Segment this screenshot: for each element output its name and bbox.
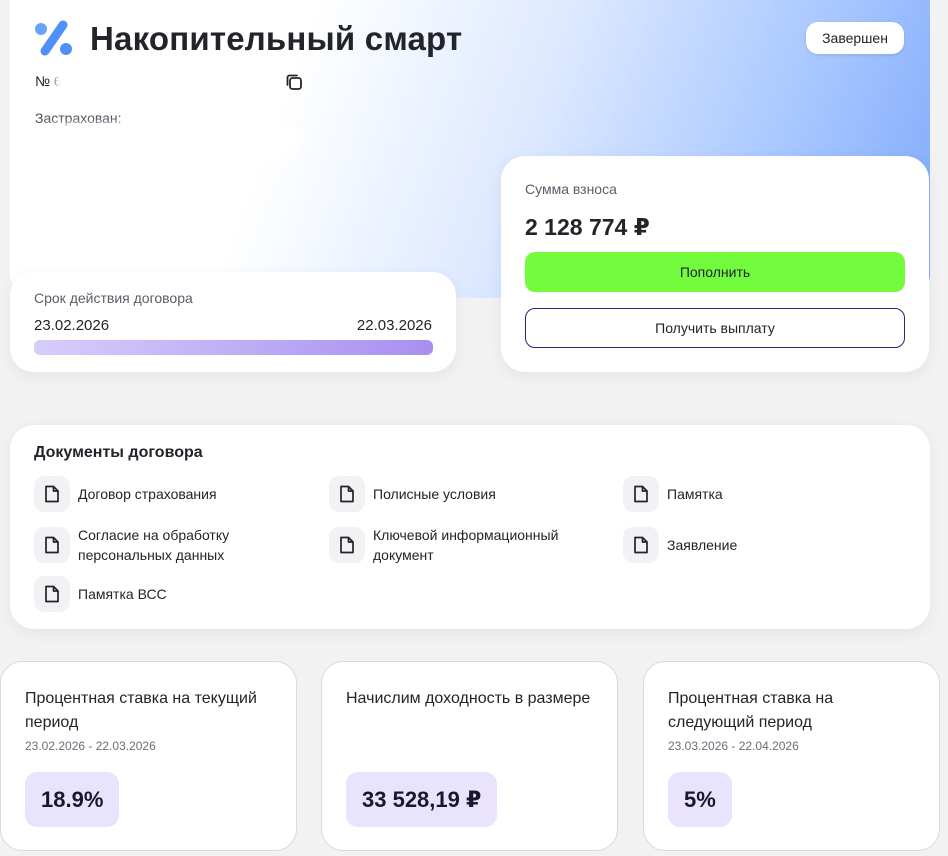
term-start-date: 23.02.2026 — [34, 317, 110, 334]
document-icon — [623, 527, 659, 563]
doc-policy-terms[interactable]: Полисные условия — [329, 476, 496, 512]
doc-label: Согласие на обработку персональных данны… — [78, 527, 230, 563]
rate-period: 23.03.2026 - 22.04.2026 — [668, 739, 799, 753]
rate-value: 18.9% — [25, 772, 120, 827]
documents-title: Документы договора — [34, 444, 203, 461]
document-icon — [34, 576, 70, 612]
rate-title: Процентная ставка на следующий период — [668, 690, 834, 731]
payment-card: Сумма взноса 2 128 774 ₽ Пополнить Получ… — [501, 156, 929, 372]
rate-value: 5% — [668, 772, 732, 827]
accrued-yield-card: Начислим доходность в размере 33 528,19 … — [321, 661, 618, 851]
term-end-date: 22.03.2026 — [356, 317, 432, 334]
term-progress-fill — [34, 340, 433, 355]
contribution-amount: 2 128 774 ₽ — [525, 214, 650, 240]
doc-label: Памятка ВСС — [78, 586, 167, 602]
redaction-mask-insured — [23, 124, 307, 162]
contract-term-card: Срок действия договора 23.02.2026 22.03.… — [10, 272, 456, 372]
doc-label: Ключевой информационный документ — [373, 527, 559, 563]
doc-key-info-document[interactable]: Ключевой информационный документ — [329, 525, 593, 565]
doc-memo-vss[interactable]: Памятка ВСС — [34, 576, 167, 612]
doc-label: Заявление — [667, 537, 738, 553]
redaction-mask — [55, 62, 255, 98]
contribution-label: Сумма взноса — [525, 181, 617, 197]
doc-personal-data-consent[interactable]: Согласие на обработку персональных данны… — [34, 525, 268, 565]
rate-title: Начислим доходность в размере — [346, 690, 591, 707]
document-icon — [34, 476, 70, 512]
document-icon — [34, 527, 70, 563]
doc-label: Памятка — [667, 486, 723, 502]
rate-period: 23.02.2026 - 22.03.2026 — [25, 739, 156, 753]
rate-title: Процентная ставка на текущий период — [25, 690, 257, 731]
page-title: Накопительный смарт — [90, 20, 463, 57]
get-payout-button[interactable]: Получить выплату — [525, 308, 905, 348]
doc-memo[interactable]: Памятка — [623, 476, 723, 512]
document-icon — [623, 476, 659, 512]
doc-label: Полисные условия — [373, 486, 496, 502]
yield-value: 33 528,19 ₽ — [346, 772, 498, 827]
status-badge: Завершен — [806, 22, 904, 54]
topup-button[interactable]: Пополнить — [525, 252, 905, 292]
doc-insurance-contract[interactable]: Договор страхования — [34, 476, 217, 512]
document-icon — [329, 476, 365, 512]
next-rate-card: Процентная ставка на следующий период 23… — [643, 661, 940, 851]
doc-label: Договор страхования — [78, 486, 217, 502]
doc-application[interactable]: Заявление — [623, 527, 737, 563]
copy-icon[interactable] — [284, 72, 304, 92]
document-icon — [329, 527, 365, 563]
term-progress-bar — [34, 340, 433, 355]
documents-card: Документы договора Договор страхования П… — [10, 425, 930, 629]
current-rate-card: Процентная ставка на текущий период 23.0… — [0, 661, 297, 851]
term-label: Срок действия договора — [34, 290, 193, 306]
product-logo-icon — [35, 20, 72, 56]
